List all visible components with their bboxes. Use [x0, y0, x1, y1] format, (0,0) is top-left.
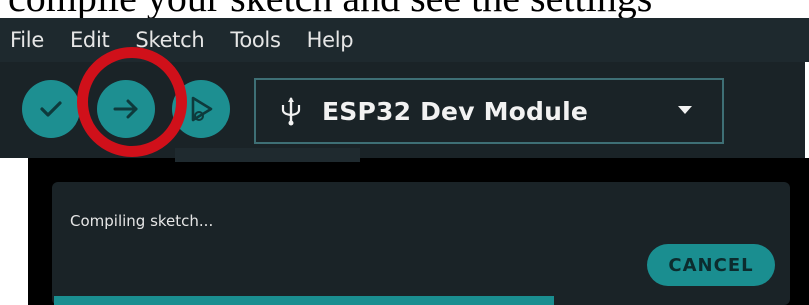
cropped-caption-text: compile your sketch and see the settings [8, 0, 809, 20]
verify-button[interactable] [22, 80, 80, 138]
chevron-down-icon [678, 106, 692, 114]
progress-bar [54, 296, 554, 305]
panel-strip [175, 148, 360, 162]
usb-icon [281, 97, 301, 126]
board-selector[interactable]: ESP32 Dev Module [254, 78, 724, 144]
menu-tools[interactable]: Tools [230, 28, 281, 52]
debug-icon [191, 96, 213, 122]
highlight-circle [77, 47, 187, 157]
compile-notification: Compiling sketch... CANCEL [52, 182, 790, 305]
check-icon [40, 101, 62, 117]
menu-file[interactable]: File [10, 28, 44, 52]
board-name: ESP32 Dev Module [322, 96, 589, 126]
cancel-button[interactable]: CANCEL [647, 244, 775, 286]
menu-edit[interactable]: Edit [70, 28, 110, 52]
menu-help[interactable]: Help [307, 28, 354, 52]
notification-message: Compiling sketch... [70, 212, 214, 230]
